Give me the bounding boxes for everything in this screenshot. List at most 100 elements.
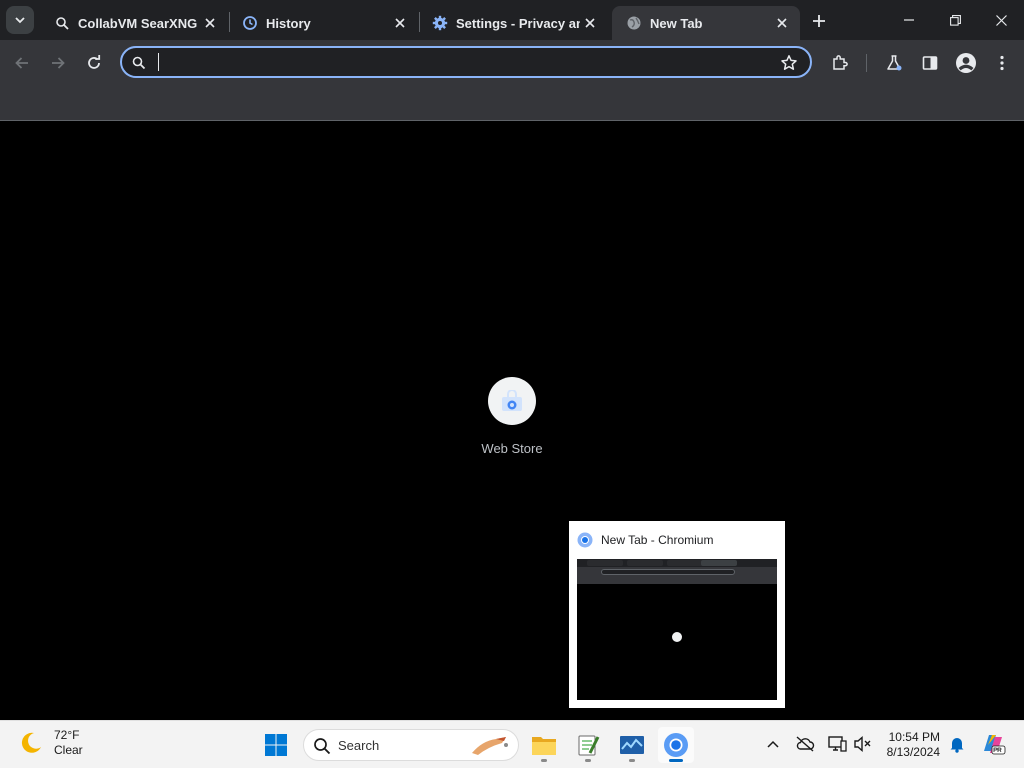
thumbnail-bookmarks-bar bbox=[577, 577, 777, 584]
searxng-icon bbox=[54, 15, 70, 31]
chromium-icon bbox=[664, 733, 688, 757]
arrow-right-icon bbox=[52, 57, 65, 69]
menu-button[interactable] bbox=[987, 48, 1017, 78]
side-panel-button[interactable] bbox=[915, 48, 945, 78]
running-indicator bbox=[541, 759, 547, 762]
extensions-button[interactable] bbox=[825, 48, 855, 78]
windows-logo-icon bbox=[265, 734, 287, 756]
tab-title: CollabVM SearXNG bbox=[78, 15, 198, 31]
thumbnail-tab bbox=[627, 560, 663, 566]
close-tab-icon[interactable] bbox=[772, 13, 792, 33]
chevron-up-icon bbox=[767, 740, 779, 748]
omnibox[interactable] bbox=[120, 46, 812, 78]
thumbnail-tabstrip bbox=[577, 559, 777, 567]
reload-button[interactable] bbox=[79, 48, 109, 78]
notifications-button[interactable] bbox=[946, 733, 968, 755]
cloud-off-icon bbox=[796, 736, 815, 752]
running-indicator bbox=[629, 759, 635, 762]
speaker-muted-icon bbox=[854, 735, 871, 753]
tab-new-tab[interactable]: New Tab bbox=[612, 6, 800, 40]
thumbnail-omnibox bbox=[601, 569, 735, 575]
preview-header: New Tab - Chromium bbox=[577, 531, 713, 549]
tab-title: New Tab bbox=[650, 15, 703, 31]
close-tab-icon[interactable] bbox=[390, 13, 410, 33]
tab-title: Settings - Privacy and bbox=[456, 15, 580, 31]
search-icon bbox=[132, 56, 146, 70]
puzzle-icon bbox=[833, 55, 848, 70]
thumbnail-shortcut bbox=[672, 632, 682, 642]
search-icon bbox=[314, 738, 331, 755]
notepad-app-button[interactable] bbox=[570, 727, 606, 763]
taskbar-search[interactable]: Search bbox=[303, 729, 519, 761]
shortcut-web-store[interactable]: Web Store bbox=[472, 377, 552, 456]
gear-icon bbox=[432, 15, 448, 31]
weather-condition: Clear bbox=[54, 743, 83, 757]
flask-icon bbox=[887, 55, 902, 71]
profile-button[interactable] bbox=[951, 48, 981, 78]
labs-button[interactable] bbox=[879, 48, 909, 78]
plus-icon bbox=[813, 15, 825, 27]
history-icon bbox=[242, 15, 258, 31]
arrow-left-icon bbox=[15, 57, 28, 69]
clock-date: 8/13/2024 bbox=[886, 745, 940, 759]
restore-icon bbox=[949, 14, 961, 26]
running-indicator bbox=[669, 759, 683, 762]
copilot-button[interactable] bbox=[980, 731, 1006, 757]
search-highlight-icon bbox=[472, 737, 508, 755]
thumbnail-tab bbox=[701, 560, 737, 566]
bookmarks-bar bbox=[0, 86, 1024, 121]
notepad-icon bbox=[578, 735, 600, 756]
show-hidden-icons-button[interactable] bbox=[762, 733, 784, 755]
clock-time: 10:54 PM bbox=[888, 730, 940, 744]
start-button[interactable] bbox=[258, 727, 294, 763]
folder-icon bbox=[532, 737, 556, 755]
forward-button[interactable] bbox=[43, 48, 73, 78]
chromium-app-button[interactable] bbox=[658, 727, 694, 763]
side-panel-icon bbox=[922, 56, 938, 70]
weather-widget[interactable]: 72°F Clear bbox=[18, 728, 83, 758]
minimize-icon bbox=[904, 19, 914, 21]
tab-title: History bbox=[266, 15, 311, 31]
weather-temperature: 72°F bbox=[54, 728, 80, 742]
copilot-icon bbox=[984, 735, 1006, 755]
bookmark-star-icon[interactable] bbox=[780, 54, 798, 72]
minimize-button[interactable] bbox=[886, 0, 932, 40]
close-window-button[interactable] bbox=[978, 0, 1024, 40]
task-manager-icon bbox=[620, 736, 644, 754]
address-input[interactable] bbox=[156, 51, 756, 73]
chevron-down-icon bbox=[15, 17, 25, 24]
task-manager-button[interactable] bbox=[614, 727, 650, 763]
toolbar-divider bbox=[866, 54, 867, 72]
system-clock[interactable]: 10:54 PM 8/13/2024 bbox=[882, 730, 940, 760]
tab-search-button[interactable] bbox=[6, 6, 34, 34]
preview-title: New Tab - Chromium bbox=[601, 533, 714, 547]
web-store-icon bbox=[488, 377, 536, 425]
file-explorer-button[interactable] bbox=[526, 727, 562, 763]
close-tab-icon[interactable] bbox=[200, 13, 220, 33]
volume-button[interactable] bbox=[852, 733, 874, 755]
tab-settings[interactable]: Settings - Privacy and bbox=[418, 6, 608, 40]
taskbar-thumbnail-preview[interactable]: New Tab - Chromium bbox=[569, 521, 785, 708]
reload-icon bbox=[88, 55, 101, 69]
onedrive-button[interactable] bbox=[794, 733, 816, 755]
shortcut-label: Web Store bbox=[481, 441, 543, 456]
new-tab-button[interactable] bbox=[806, 8, 832, 34]
thumbnail-tab bbox=[667, 560, 703, 566]
new-tab-page: Web Store bbox=[0, 121, 1024, 720]
running-indicator bbox=[585, 759, 591, 762]
browser-toolbar bbox=[0, 40, 1024, 86]
restore-button[interactable] bbox=[932, 0, 978, 40]
thumbnail-tab bbox=[587, 560, 623, 566]
more-vertical-icon bbox=[1000, 55, 1004, 71]
close-tab-icon[interactable] bbox=[580, 13, 600, 33]
windows-taskbar: 72°F Clear Search 10:54 PM 8/13/2024 bbox=[0, 720, 1024, 768]
network-button[interactable] bbox=[826, 733, 848, 755]
back-button[interactable] bbox=[7, 48, 37, 78]
tab-collabvm-searxng[interactable]: CollabVM SearXNG bbox=[40, 6, 228, 40]
preview-thumbnail[interactable] bbox=[577, 559, 777, 700]
tab-history[interactable]: History bbox=[228, 6, 418, 40]
search-label: Search bbox=[338, 738, 380, 753]
close-icon bbox=[995, 14, 1007, 26]
chromium-icon bbox=[577, 532, 593, 548]
bell-icon bbox=[950, 738, 964, 753]
